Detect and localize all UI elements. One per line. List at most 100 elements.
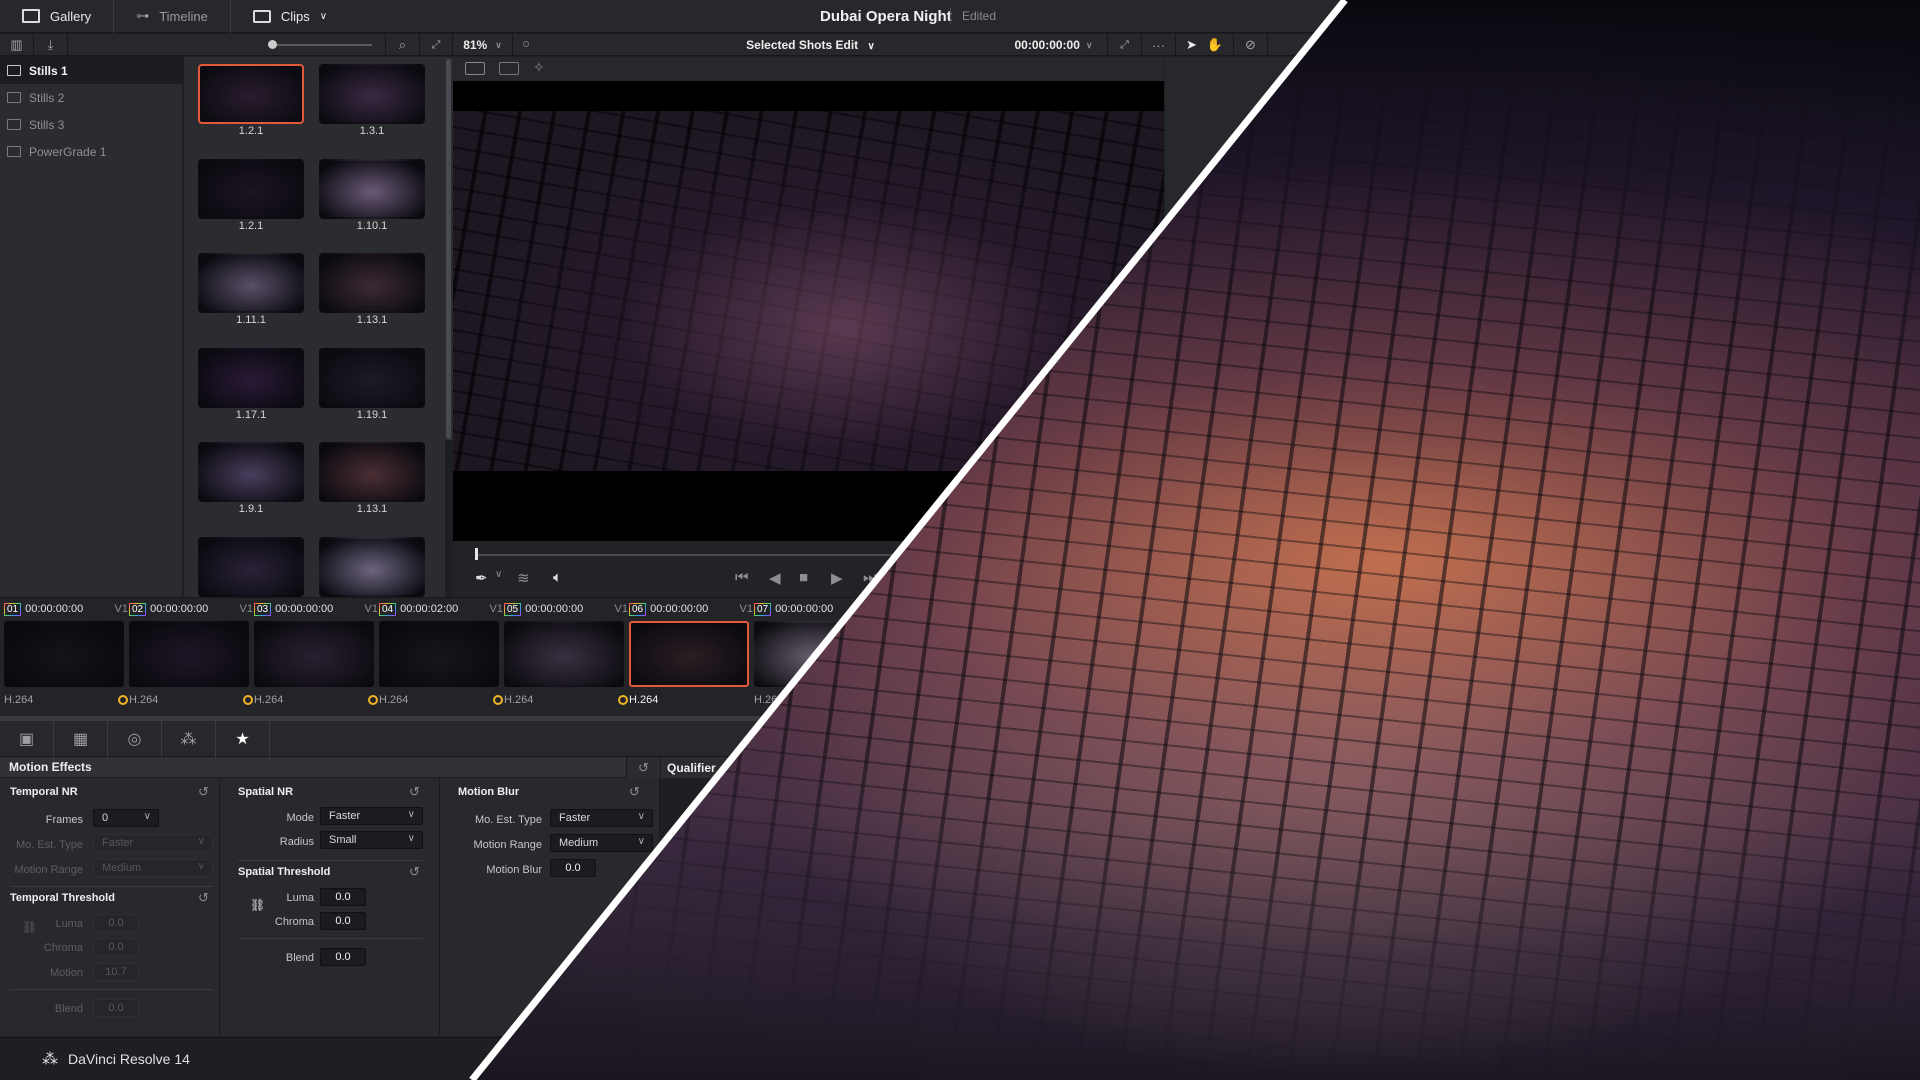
gallery-scrollbar[interactable] — [445, 57, 453, 440]
fullscreen-gallery-button[interactable]: ⤢ — [420, 34, 453, 56]
layers-icon[interactable]: ≋ — [517, 569, 530, 587]
still-thumbnail[interactable] — [198, 64, 304, 124]
gallery-still[interactable]: 1.3.1 — [319, 64, 425, 137]
clip-thumbnail[interactable] — [4, 621, 124, 687]
stop-icon[interactable]: ■ — [799, 569, 808, 586]
clip-timecode: 00:00:00:00 — [25, 603, 84, 615]
tab-color-match[interactable]: ▦ — [54, 721, 108, 757]
slider-handle[interactable] — [268, 40, 277, 49]
reset-all-button[interactable]: ↺ — [626, 757, 660, 778]
motion-range-dropdown[interactable]: Medium ∨ — [550, 834, 653, 852]
reset-icon[interactable]: ↺ — [629, 784, 640, 800]
gallery-still[interactable]: 1.10.1 — [319, 158, 425, 232]
sidebar-item-stills-1[interactable]: Stills 1 — [0, 57, 182, 84]
tab-effects[interactable]: ★ — [216, 721, 270, 757]
hand-icon[interactable]: ✋ — [1207, 37, 1223, 53]
clip-thumbnail[interactable] — [379, 621, 499, 687]
blend-input[interactable]: 0.0 — [93, 999, 139, 1017]
frames-dropdown[interactable]: 0 ∨ — [93, 809, 159, 827]
motion-blur-input[interactable]: 0.0 — [550, 859, 596, 877]
gallery-still[interactable]: 1.19.1 — [319, 347, 425, 421]
skip-to-start-icon[interactable]: ⏮︎ — [735, 569, 749, 586]
clip-thumbnail[interactable] — [504, 621, 624, 687]
chevron-down-icon[interactable]: ∨ — [495, 569, 502, 580]
still-thumbnail[interactable] — [198, 536, 304, 597]
pointer-icon[interactable]: ➤ — [1186, 37, 1197, 53]
timeline-clip[interactable]: 06 00:00:00:00 V1 H.264 — [629, 601, 753, 706]
clip-thumbnail[interactable] — [129, 621, 249, 687]
timeline-toggle[interactable]: ⊶ Timeline — [114, 0, 231, 33]
reset-icon[interactable]: ↺ — [198, 784, 209, 800]
gallery-still[interactable]: 1.17.1 — [198, 347, 304, 421]
still-thumbnail[interactable] — [319, 253, 425, 313]
play-icon[interactable]: ▶ — [831, 569, 843, 587]
tab-motion-effects[interactable]: ◎ — [108, 721, 162, 757]
gallery-still[interactable]: 1.11.1 — [198, 253, 304, 326]
timeline-clip[interactable]: 01 00:00:00:00 V1 H.264 — [4, 601, 128, 706]
clip-thumbnail[interactable] — [254, 621, 374, 687]
still-thumbnail[interactable] — [319, 536, 425, 597]
mode-dropdown[interactable]: Faster ∨ — [320, 807, 423, 825]
motion-label: Motion — [49, 967, 83, 979]
mo-est-type-dropdown[interactable]: Faster ∨ — [550, 809, 653, 827]
reset-icon[interactable]: ↺ — [409, 784, 420, 800]
clip-thumbnail[interactable] — [629, 621, 749, 687]
gallery-still[interactable]: 1.13.1 — [319, 253, 425, 326]
grid-icon[interactable] — [499, 62, 519, 75]
viewer-mode-dropdown[interactable]: Selected Shots Edit ∨ — [746, 38, 875, 52]
timeline-clip[interactable]: 02 00:00:00:00 V1 H.264 — [129, 601, 253, 706]
eyedropper-icon[interactable]: ✒ — [475, 569, 488, 587]
tab-camera-raw[interactable]: ▣ — [0, 721, 54, 757]
still-thumbnail[interactable] — [198, 442, 304, 502]
gallery-still[interactable]: 1.9.1 — [198, 442, 304, 515]
still-thumbnail[interactable] — [319, 158, 425, 219]
motion-range-dropdown[interactable]: Medium ∨ — [93, 859, 213, 877]
gallery-still[interactable] — [198, 536, 304, 598]
still-thumbnail[interactable] — [198, 253, 304, 313]
still-thumbnail[interactable] — [319, 347, 425, 408]
speaker-icon[interactable]: 🔈︎ — [553, 569, 562, 586]
step-back-icon[interactable]: ◀ — [769, 569, 781, 587]
clips-dropdown[interactable]: Clips ∨ — [231, 0, 349, 33]
tab-nodes[interactable]: ⁂ — [162, 721, 216, 757]
still-thumbnail[interactable] — [319, 64, 425, 124]
mo-est-type-dropdown[interactable]: Faster ∨ — [93, 834, 213, 852]
search-button[interactable]: ⌕ — [386, 34, 420, 56]
pointer-hand-tools[interactable]: ➤ ✋ — [1176, 34, 1234, 56]
luma-input[interactable]: 0.0 — [320, 888, 366, 906]
gallery-toggle[interactable]: Gallery — [0, 0, 115, 33]
fullscreen-viewer-button[interactable]: ⤢ — [1108, 34, 1142, 56]
playhead[interactable] — [475, 548, 478, 560]
chroma-input[interactable]: 0.0 — [320, 912, 366, 930]
magic-wand-icon[interactable]: ✧ — [533, 59, 545, 76]
gallery-still[interactable]: 1.2.1 — [198, 158, 304, 232]
scrollbar-thumb[interactable] — [446, 59, 451, 439]
timeline-clip[interactable]: 05 00:00:00:00 V1 H.264 — [504, 601, 628, 706]
sidebar-item-stills-3[interactable]: Stills 3 — [0, 111, 182, 138]
timeline-clip[interactable]: 03 00:00:00:00 V1 H.264 — [254, 601, 378, 706]
more-options-button[interactable]: ··· — [1142, 34, 1176, 56]
luma-input[interactable]: 0.0 — [93, 914, 139, 932]
still-thumbnail[interactable] — [198, 158, 304, 219]
sidebar-item-powergrade-1[interactable]: PowerGrade 1 — [0, 138, 182, 165]
motion-input[interactable]: 10.7 — [93, 963, 139, 981]
blend-input[interactable]: 0.0 — [320, 948, 366, 966]
still-thumbnail[interactable] — [198, 347, 304, 408]
import-still-button[interactable]: ⤓ — [34, 34, 68, 56]
gallery-still[interactable]: 1.2.1 — [198, 64, 304, 137]
reset-icon[interactable]: ↺ — [409, 864, 420, 880]
chroma-input[interactable]: 0.0 — [93, 938, 139, 956]
radius-dropdown[interactable]: Small ∨ — [320, 831, 423, 849]
disable-button[interactable]: ⊘ — [1234, 34, 1268, 56]
reset-icon[interactable]: ↺ — [198, 890, 209, 906]
gallery-still[interactable]: 1.13.1 — [319, 442, 425, 515]
timeline-clip[interactable]: 04 00:00:02:00 V1 H.264 — [379, 601, 503, 706]
timecode-dropdown[interactable]: 00:00:00:00 ∨ — [1000, 34, 1108, 56]
still-thumbnail[interactable] — [319, 442, 425, 502]
sidebar-toggle-button[interactable]: ▥ — [0, 34, 34, 56]
gallery-still[interactable] — [319, 536, 425, 598]
zoom-dropdown[interactable]: 81% ∨ — [453, 34, 513, 56]
thumbnail-size-slider[interactable] — [68, 34, 386, 56]
sidebar-item-stills-2[interactable]: Stills 2 — [0, 84, 182, 111]
split-screen-icon[interactable] — [465, 62, 485, 75]
